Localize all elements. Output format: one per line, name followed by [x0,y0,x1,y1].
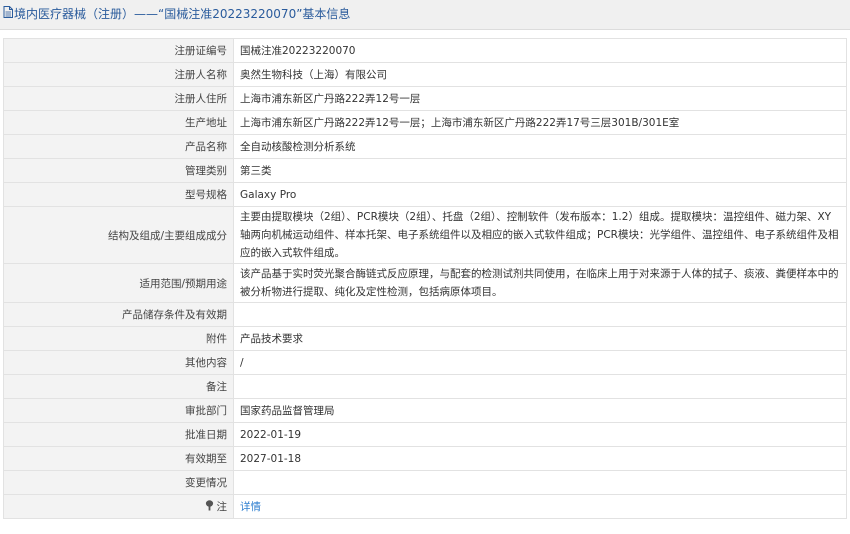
table-row: 产品储存条件及有效期 [3,302,847,327]
note-value-cell: 详情 [233,494,847,519]
table-row: 注册人住所 上海市浦东新区广丹路222弄12号一层 [3,86,847,111]
row-label: 适用范围/预期用途 [3,263,234,303]
note-label: 注 [205,499,228,514]
row-label: 注册人名称 [3,62,234,87]
table-row: 生产地址 上海市浦东新区广丹路222弄12号一层；上海市浦东新区广丹路222弄1… [3,110,847,135]
info-table-container: 注册证编号 国械注准20223220070 注册人名称 奥然生物科技（上海）有限… [0,30,850,519]
note-label-text: 注 [216,501,228,513]
row-value [233,470,847,495]
table-row: 产品名称 全自动核酸检测分析系统 [3,134,847,159]
row-label: 产品储存条件及有效期 [3,302,234,327]
row-label: 备注 [3,374,234,399]
row-value [233,302,847,327]
row-value: 国械注准20223220070 [233,38,847,63]
details-link[interactable]: 详情 [240,501,261,513]
row-value: 2027-01-18 [233,446,847,471]
table-row: 适用范围/预期用途 该产品基于实时荧光聚合酶链式反应原理，与配套的检测试剂共同使… [3,263,847,303]
table-row: 结构及组成/主要组成成分 主要由提取模块（2组）、PCR模块（2组）、托盘（2组… [3,206,847,264]
table-row: 变更情况 [3,470,847,495]
row-value: 上海市浦东新区广丹路222弄12号一层 [233,86,847,111]
device-info-table: 注册证编号 国械注准20223220070 注册人名称 奥然生物科技（上海）有限… [3,38,847,519]
row-value: Galaxy Pro [233,182,847,207]
row-value: 全自动核酸检测分析系统 [233,134,847,159]
row-value: 第三类 [233,158,847,183]
row-label: 变更情况 [3,470,234,495]
row-value: / [233,350,847,375]
row-label: 管理类别 [3,158,234,183]
page-header: 境内医疗器械（注册）——“国械注准20223220070”基本信息 [0,0,850,30]
row-value: 主要由提取模块（2组）、PCR模块（2组）、托盘（2组）、控制软件（发布版本：1… [233,206,847,264]
table-row: 其他内容 / [3,350,847,375]
row-value [233,374,847,399]
row-label: 注册人住所 [3,86,234,111]
document-icon [3,0,13,29]
note-row: 注 详情 [3,494,847,519]
pin-icon [205,499,214,514]
row-label: 附件 [3,326,234,351]
note-label-cell: 注 [3,494,234,519]
table-row: 备注 [3,374,847,399]
row-label: 结构及组成/主要组成成分 [3,206,234,264]
row-label: 有效期至 [3,446,234,471]
table-row: 批准日期 2022-01-19 [3,422,847,447]
table-row: 有效期至 2027-01-18 [3,446,847,471]
table-row: 注册证编号 国械注准20223220070 [3,38,847,63]
row-value: 2022-01-19 [233,422,847,447]
table-row: 管理类别 第三类 [3,158,847,183]
table-row: 附件 产品技术要求 [3,326,847,351]
table-row: 审批部门 国家药品监督管理局 [3,398,847,423]
row-label: 生产地址 [3,110,234,135]
row-label: 其他内容 [3,350,234,375]
row-label: 型号规格 [3,182,234,207]
row-value: 产品技术要求 [233,326,847,351]
row-label: 审批部门 [3,398,234,423]
page-title: 境内医疗器械（注册）——“国械注准20223220070”基本信息 [14,7,351,21]
row-label: 注册证编号 [3,38,234,63]
row-value: 国家药品监督管理局 [233,398,847,423]
table-row: 注册人名称 奥然生物科技（上海）有限公司 [3,62,847,87]
table-row: 型号规格 Galaxy Pro [3,182,847,207]
row-label: 批准日期 [3,422,234,447]
row-label: 产品名称 [3,134,234,159]
row-value: 该产品基于实时荧光聚合酶链式反应原理，与配套的检测试剂共同使用，在临床上用于对来… [233,263,847,303]
row-value: 奥然生物科技（上海）有限公司 [233,62,847,87]
row-value: 上海市浦东新区广丹路222弄12号一层；上海市浦东新区广丹路222弄17号三层3… [233,110,847,135]
